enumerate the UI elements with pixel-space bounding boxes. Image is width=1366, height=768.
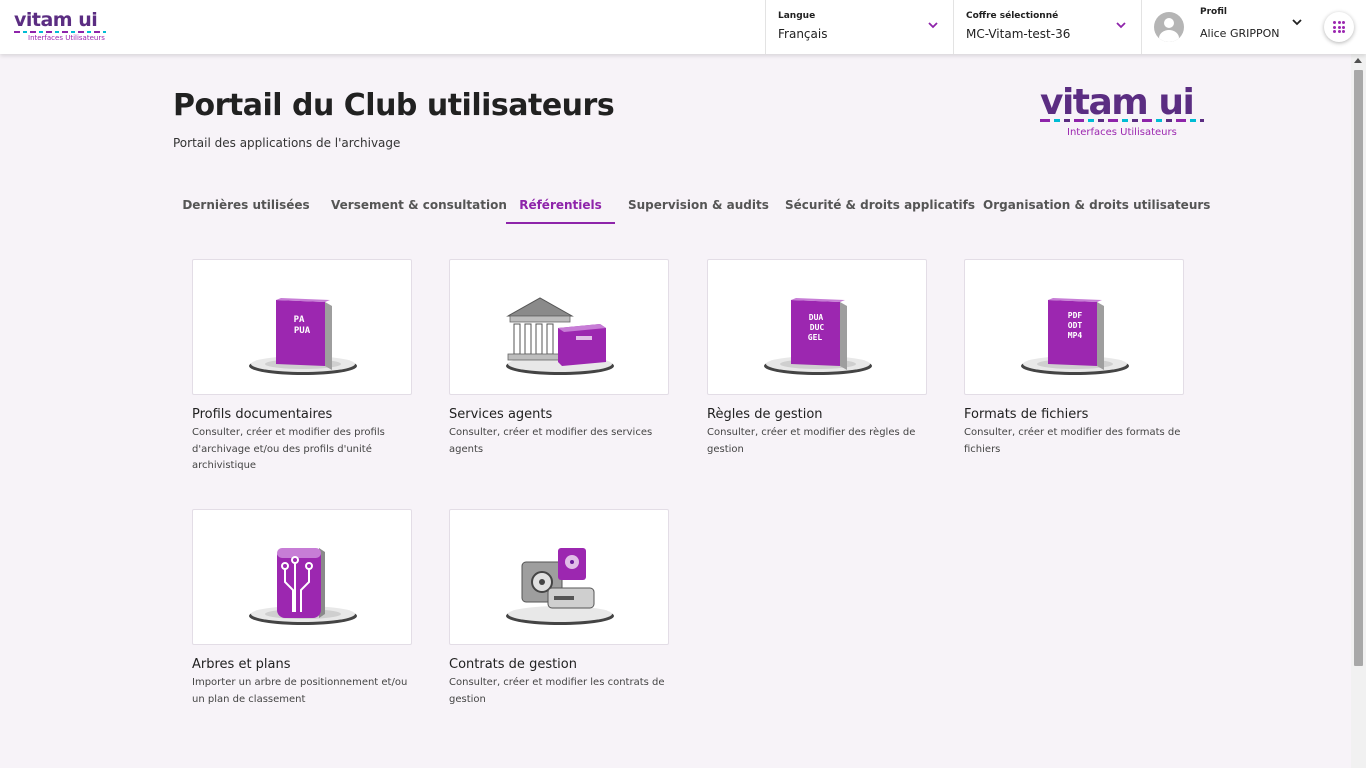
language-select[interactable]: Langue Français: [765, 0, 953, 54]
logo-text: vitam ui: [14, 9, 98, 31]
chevron-down-icon: [928, 22, 938, 29]
scrollbar-thumb[interactable]: [1354, 70, 1363, 666]
card-title[interactable]: Contrats de gestion: [449, 657, 577, 672]
tab-supervision-audits[interactable]: Supervision & audits: [628, 190, 769, 224]
app-card-regles-de-gestion[interactable]: DUA DUC GEL Règles de gestion Consulter,…: [707, 259, 927, 459]
language-label: Langue: [778, 11, 816, 21]
book-label: DUA: [809, 313, 824, 322]
card-title[interactable]: Formats de fichiers: [964, 407, 1088, 422]
card-image[interactable]: [192, 509, 412, 645]
tab-securite-droits[interactable]: Sécurité & droits applicatifs: [785, 190, 975, 224]
tab-organisation-droits[interactable]: Organisation & droits utilisateurs: [983, 190, 1210, 224]
formats-book-icon: PDF ODT MP4: [1021, 298, 1129, 375]
card-title[interactable]: Services agents: [449, 407, 552, 422]
card-title[interactable]: Arbres et plans: [192, 657, 291, 672]
book-label: GEL: [808, 333, 823, 342]
profile-label: Profil: [1200, 7, 1227, 17]
portal-logo: vitam ui Interfaces Utilisateurs: [1040, 84, 1206, 140]
vault-value: MC-Vitam-test-36: [966, 27, 1071, 41]
card-description: Consulter, créer et modifier des profils…: [192, 427, 385, 471]
tab-dernieres-utilisees[interactable]: Dernières utilisées: [173, 190, 319, 224]
app-logo[interactable]: vitam ui Interfaces Utilisateurs: [14, 9, 108, 45]
profile-name: Alice GRIPPON: [1200, 27, 1280, 40]
card-image[interactable]: DUA DUC GEL: [707, 259, 927, 395]
avatar: [1154, 12, 1184, 42]
card-image[interactable]: [449, 259, 669, 395]
card-description: Consulter, créer et modifier des règles …: [707, 427, 916, 455]
card-description: Importer un arbre de positionnement et/o…: [192, 677, 408, 705]
portal-logo-text: vitam ui: [1040, 82, 1195, 123]
rules-book-icon: DUA DUC GEL: [764, 298, 872, 375]
book-label: PDF: [1068, 311, 1083, 320]
app-card-profils-documentaires[interactable]: PA PUA Profils documentaires Consulter, …: [192, 259, 412, 474]
portal-logo-underline: [1040, 119, 1204, 122]
tree-circuit-icon: [249, 548, 357, 625]
app-card-formats-de-fichiers[interactable]: PDF ODT MP4 Formats de fichiers Consulte…: [964, 259, 1184, 459]
logo-underline: [14, 31, 106, 33]
card-description: Consulter, créer et modifier des formats…: [964, 427, 1181, 455]
card-description: Consulter, créer et modifier les contrat…: [449, 677, 665, 705]
category-tabs: Dernières utilisées Versement & consulta…: [173, 190, 1210, 224]
institution-icon: [506, 297, 614, 375]
app-header: vitam ui Interfaces Utilisateurs Langue …: [0, 0, 1366, 54]
card-title[interactable]: Profils documentaires: [192, 407, 332, 422]
apps-grid-icon: [1333, 21, 1345, 33]
card-image[interactable]: PA PUA: [192, 259, 412, 395]
vault-label: Coffre sélectionné: [966, 11, 1059, 21]
vault-select[interactable]: Coffre sélectionné MC-Vitam-test-36: [953, 0, 1141, 54]
app-card-services-agents[interactable]: Services agents Consulter, créer et modi…: [449, 259, 669, 459]
tab-versement-consultation[interactable]: Versement & consultation: [331, 190, 507, 224]
book-label: DUC: [810, 323, 825, 332]
scroll-up-icon[interactable]: [1354, 58, 1362, 63]
logo-subtitle: Interfaces Utilisateurs: [28, 34, 105, 42]
apps-menu-button[interactable]: [1324, 12, 1354, 42]
card-image[interactable]: [449, 509, 669, 645]
portal-logo-subtitle: Interfaces Utilisateurs: [1067, 127, 1177, 138]
tab-referentiels[interactable]: Référentiels: [506, 190, 615, 224]
chevron-down-icon: [1116, 22, 1126, 29]
language-value: Français: [778, 27, 828, 41]
page-subtitle: Portail des applications de l'archivage: [173, 136, 401, 150]
book-label: ODT: [1068, 321, 1083, 330]
book-label: MP4: [1068, 331, 1083, 340]
card-image[interactable]: PDF ODT MP4: [964, 259, 1184, 395]
book-label: PA: [294, 315, 305, 325]
chevron-down-icon: [1292, 19, 1302, 26]
app-card-contrats-de-gestion[interactable]: Contrats de gestion Consulter, créer et …: [449, 509, 669, 709]
book-label: PUA: [294, 326, 311, 336]
profile-menu[interactable]: Profil Alice GRIPPON: [1141, 0, 1317, 54]
page-title: Portail du Club utilisateurs: [173, 88, 615, 123]
card-title[interactable]: Règles de gestion: [707, 407, 823, 422]
page-scrollbar[interactable]: [1351, 54, 1366, 768]
safe-storage-icon: [506, 548, 614, 625]
card-description: Consulter, créer et modifier des service…: [449, 427, 653, 455]
app-card-arbres-et-plans[interactable]: Arbres et plans Importer un arbre de pos…: [192, 509, 412, 709]
profile-book-icon: PA PUA: [249, 298, 357, 375]
